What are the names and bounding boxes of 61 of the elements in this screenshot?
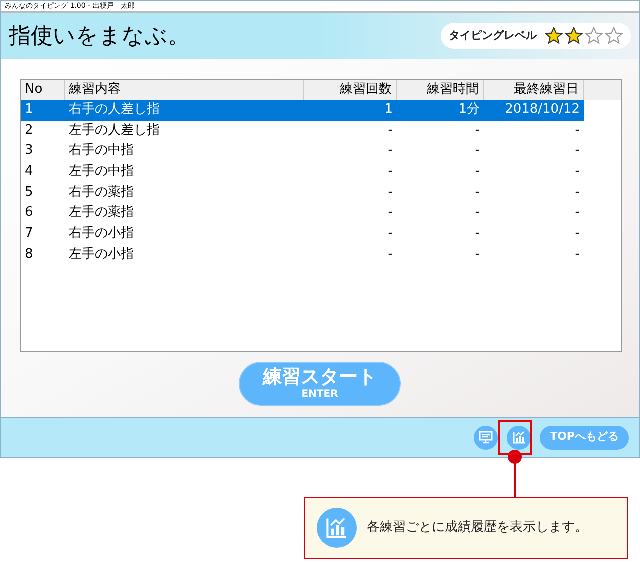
empty-star-icon — [585, 27, 603, 45]
table-cell-text: - — [387, 163, 394, 182]
table-cell-text: 1 — [384, 101, 394, 119]
table-cell-text: 左手の中指 — [68, 163, 135, 182]
table-cell-text: - — [474, 184, 481, 202]
table-cell-text: 8 — [24, 246, 34, 264]
table-cell-text: - — [574, 184, 581, 202]
table-cell-text: - — [474, 225, 481, 244]
monitor-button[interactable] — [474, 426, 498, 450]
callout-text: 各練習ごとに成績履歴を表示します。 — [367, 519, 588, 538]
empty-star-icon — [605, 27, 623, 45]
table-cell-text: 3 — [24, 142, 34, 160]
bar-chart-icon — [512, 431, 526, 444]
table-cell-text: 2 — [24, 122, 34, 140]
filled-star-icon — [565, 27, 583, 45]
table-row[interactable]: 4 左手の中指 - - - — [21, 162, 584, 183]
table-cell-text: 右手の薬指 — [68, 184, 135, 202]
table-cell-text: - — [387, 184, 394, 202]
table-cell-text: 右手の人差し指 — [68, 101, 161, 119]
table-row[interactable]: 1 右手の人差し指 1 1分 2018/10/12 — [21, 100, 584, 121]
table-cell-text: - — [574, 142, 581, 160]
table-cell-text: - — [474, 246, 481, 264]
level-label: タイピングレベル — [449, 28, 537, 44]
table-cell-text: - — [474, 163, 481, 182]
monitor-icon — [479, 431, 494, 444]
table-cell-text: - — [574, 204, 581, 222]
table-row[interactable]: 3 右手の中指 - - - — [21, 141, 584, 162]
table-cell-text: 左手の人差し指 — [68, 122, 161, 140]
table-cell-text: 4 — [24, 163, 34, 182]
table-cell-text: - — [574, 225, 581, 244]
table-cell-text: - — [574, 246, 581, 264]
table-row[interactable]: 5 右手の薬指 - - - — [21, 182, 584, 204]
table-cell-text: - — [387, 204, 394, 222]
filled-star-icon — [545, 27, 563, 45]
table-row[interactable]: 6 左手の薬指 - - - — [21, 203, 584, 224]
table-cell-text: 7 — [24, 225, 34, 244]
bar-chart-icon — [326, 517, 348, 539]
table-cell-text: 左手の小指 — [68, 246, 135, 264]
table-cell-text: 5 — [24, 184, 34, 202]
table-cell-text: - — [474, 142, 481, 160]
table-cell-text: 2018/10/12 — [504, 101, 581, 119]
table-cell-text: 右手の中指 — [68, 142, 135, 160]
table-cell-text: - — [387, 246, 394, 264]
table-cell-text: 1分 — [458, 101, 481, 119]
table-cell-text: 6 — [24, 204, 34, 222]
table-cell-text: - — [387, 225, 394, 244]
table-row[interactable]: 7 右手の小指 - - - — [21, 224, 584, 245]
table-cell-text: 右手の小指 — [68, 225, 135, 244]
table-cell-text: - — [474, 204, 481, 222]
table-cell-text: - — [574, 122, 581, 140]
chart-button[interactable] — [507, 426, 532, 450]
table-row[interactable]: 8 左手の小指 - - - — [21, 244, 584, 266]
table-cell-text: 1 — [24, 101, 34, 119]
table-row[interactable]: 2 左手の人差し指 - - - — [21, 120, 584, 142]
table-cell-text: 左手の薬指 — [68, 204, 135, 222]
page-title: 指使いをまなぶ。 — [9, 22, 190, 50]
table-cell-text: - — [574, 163, 581, 182]
highlight-frame — [498, 420, 532, 455]
table-cell-text: - — [387, 142, 394, 160]
table-cell-text: - — [387, 122, 394, 140]
table-cell-text: - — [474, 122, 481, 140]
